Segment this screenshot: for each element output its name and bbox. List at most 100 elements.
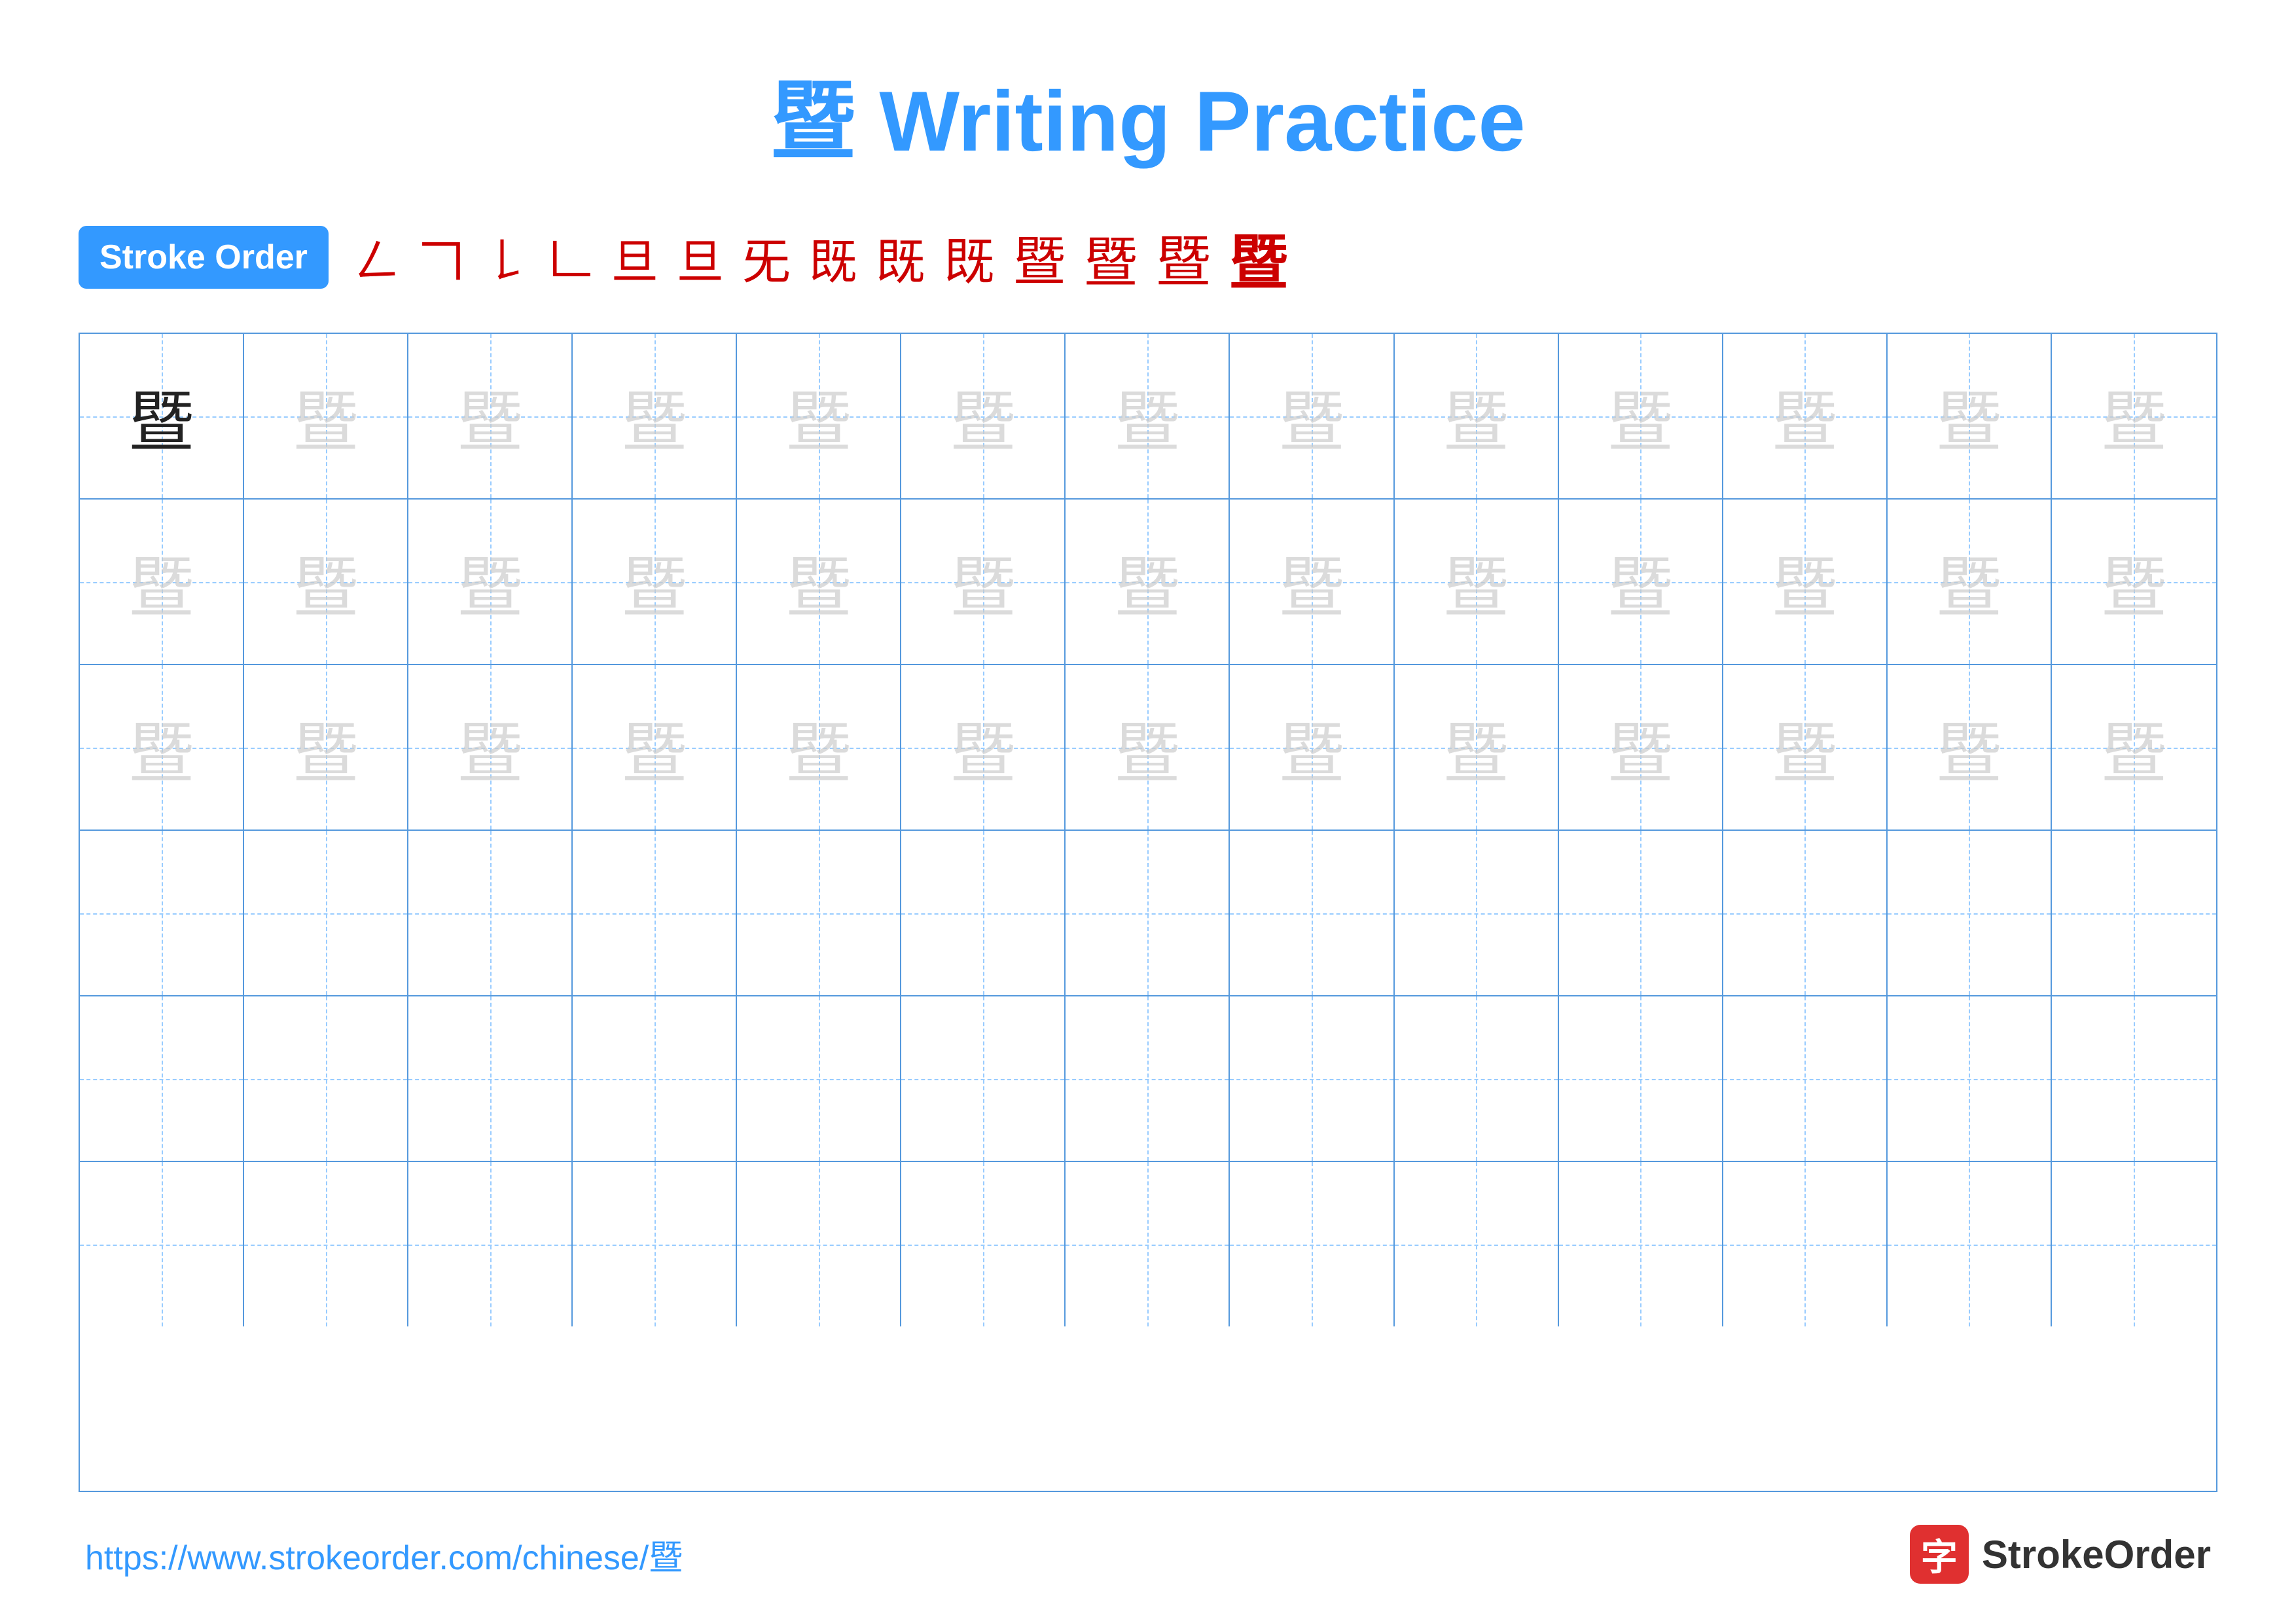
grid-cell-3-12[interactable]: 暨 <box>1888 665 2052 830</box>
grid-cell-3-13[interactable]: 暨 <box>2052 665 2216 830</box>
grid-cell-2-4[interactable]: 暨 <box>573 500 737 664</box>
grid-cell-4-5[interactable] <box>737 831 901 995</box>
grid-cell-3-1[interactable]: 暨 <box>80 665 244 830</box>
grid-cell-5-9[interactable] <box>1395 996 1559 1161</box>
grid-cell-2-10[interactable]: 暨 <box>1559 500 1723 664</box>
grid-cell-4-10[interactable] <box>1559 831 1723 995</box>
grid-cell-2-13[interactable]: 暨 <box>2052 500 2216 664</box>
grid-cell-6-2[interactable] <box>244 1162 408 1326</box>
grid-cell-4-4[interactable] <box>573 831 737 995</box>
grid-cell-1-6[interactable]: 暨 <box>901 334 1066 498</box>
grid-cell-1-7[interactable]: 暨 <box>1066 334 1230 498</box>
grid-cell-1-13[interactable]: 暨 <box>2052 334 2216 498</box>
grid-cell-4-11[interactable] <box>1723 831 1888 995</box>
grid-cell-3-7[interactable]: 暨 <box>1066 665 1230 830</box>
grid-cell-6-5[interactable] <box>737 1162 901 1326</box>
grid-cell-5-1[interactable] <box>80 996 244 1161</box>
char-light: 暨 <box>1115 700 1180 795</box>
grid-cell-6-10[interactable] <box>1559 1162 1723 1326</box>
grid-cell-5-13[interactable] <box>2052 996 2216 1161</box>
stroke-1: 𠃋 <box>355 225 401 291</box>
grid-cell-2-7[interactable]: 暨 <box>1066 500 1230 664</box>
grid-cell-1-2[interactable]: 暨 <box>244 334 408 498</box>
grid-cell-1-12[interactable]: 暨 <box>1888 334 2052 498</box>
grid-cell-2-12[interactable]: 暨 <box>1888 500 2052 664</box>
grid-cell-1-3[interactable]: 暨 <box>408 334 573 498</box>
grid-cell-4-13[interactable] <box>2052 831 2216 995</box>
grid-cell-6-8[interactable] <box>1230 1162 1394 1326</box>
grid-cell-1-5[interactable]: 暨 <box>737 334 901 498</box>
grid-cell-5-2[interactable] <box>244 996 408 1161</box>
grid-cell-6-12[interactable] <box>1888 1162 2052 1326</box>
grid-cell-2-9[interactable]: 暨 <box>1395 500 1559 664</box>
grid-cell-2-1[interactable]: 暨 <box>80 500 244 664</box>
char-light: 暨 <box>457 700 523 795</box>
grid-cell-4-12[interactable] <box>1888 831 2052 995</box>
logo-char: 字 <box>1921 1528 1958 1581</box>
grid-cell-6-11[interactable] <box>1723 1162 1888 1326</box>
grid-cell-4-6[interactable] <box>901 831 1066 995</box>
stroke-10: 既 <box>944 221 995 294</box>
grid-cell-4-8[interactable] <box>1230 831 1394 995</box>
grid-cell-5-6[interactable] <box>901 996 1066 1161</box>
grid-cell-5-8[interactable] <box>1230 996 1394 1161</box>
grid-cell-5-7[interactable] <box>1066 996 1230 1161</box>
char-light: 暨 <box>1772 369 1837 464</box>
grid-cell-5-3[interactable] <box>408 996 573 1161</box>
grid-cell-2-2[interactable]: 暨 <box>244 500 408 664</box>
grid-cell-3-11[interactable]: 暨 <box>1723 665 1888 830</box>
grid-cell-5-4[interactable] <box>573 996 737 1161</box>
char-light: 暨 <box>457 369 523 464</box>
char-light: 暨 <box>129 700 194 795</box>
grid-cell-6-6[interactable] <box>901 1162 1066 1326</box>
grid-cell-1-8[interactable]: 暨 <box>1230 334 1394 498</box>
grid-cell-2-11[interactable]: 暨 <box>1723 500 1888 664</box>
grid-cell-3-10[interactable]: 暨 <box>1559 665 1723 830</box>
grid-cell-3-8[interactable]: 暨 <box>1230 665 1394 830</box>
grid-cell-6-13[interactable] <box>2052 1162 2216 1326</box>
grid-cell-1-10[interactable]: 暨 <box>1559 334 1723 498</box>
footer-url[interactable]: https://www.strokeorder.com/chinese/暨 <box>85 1530 683 1579</box>
grid-cell-6-1[interactable] <box>80 1162 244 1326</box>
grid-cell-5-10[interactable] <box>1559 996 1723 1161</box>
grid-cell-4-3[interactable] <box>408 831 573 995</box>
grid-cell-3-3[interactable]: 暨 <box>408 665 573 830</box>
grid-cell-1-1[interactable]: 暨 <box>80 334 244 498</box>
char-light: 暨 <box>950 700 1016 795</box>
char-light: 暨 <box>129 534 194 629</box>
char-light: 暨 <box>622 700 687 795</box>
grid-cell-2-5[interactable]: 暨 <box>737 500 901 664</box>
grid-cell-5-11[interactable] <box>1723 996 1888 1161</box>
grid-cell-3-6[interactable]: 暨 <box>901 665 1066 830</box>
grid-cell-2-8[interactable]: 暨 <box>1230 500 1394 664</box>
grid-cell-3-2[interactable]: 暨 <box>244 665 408 830</box>
grid-cell-3-4[interactable]: 暨 <box>573 665 737 830</box>
grid-cell-3-5[interactable]: 暨 <box>737 665 901 830</box>
grid-cell-5-5[interactable] <box>737 996 901 1161</box>
stroke-6: 旦 <box>677 223 724 292</box>
grid-cell-1-4[interactable]: 暨 <box>573 334 737 498</box>
grid-row-4 <box>80 831 2216 996</box>
grid-cell-4-1[interactable] <box>80 831 244 995</box>
page-title: 暨 Writing Practice <box>770 52 1525 175</box>
grid-cell-4-9[interactable] <box>1395 831 1559 995</box>
stroke-13: 暨 <box>1156 218 1211 297</box>
grid-cell-3-9[interactable]: 暨 <box>1395 665 1559 830</box>
grid-cell-4-7[interactable] <box>1066 831 1230 995</box>
grid-row-1: 暨 暨 暨 暨 暨 暨 暨 暨 暨 暨 暨 暨 暨 <box>80 334 2216 500</box>
grid-cell-1-9[interactable]: 暨 <box>1395 334 1559 498</box>
grid-cell-6-3[interactable] <box>408 1162 573 1326</box>
grid-cell-6-9[interactable] <box>1395 1162 1559 1326</box>
grid-row-2: 暨 暨 暨 暨 暨 暨 暨 暨 暨 暨 暨 暨 暨 <box>80 500 2216 665</box>
grid-cell-1-11[interactable]: 暨 <box>1723 334 1888 498</box>
char-light: 暨 <box>1772 534 1837 629</box>
char-light: 暨 <box>1115 534 1180 629</box>
char-light: 暨 <box>457 534 523 629</box>
grid-cell-4-2[interactable] <box>244 831 408 995</box>
stroke-5: 旦 <box>611 223 658 292</box>
grid-cell-5-12[interactable] <box>1888 996 2052 1161</box>
grid-cell-6-7[interactable] <box>1066 1162 1230 1326</box>
grid-cell-6-4[interactable] <box>573 1162 737 1326</box>
grid-cell-2-3[interactable]: 暨 <box>408 500 573 664</box>
grid-cell-2-6[interactable]: 暨 <box>901 500 1066 664</box>
